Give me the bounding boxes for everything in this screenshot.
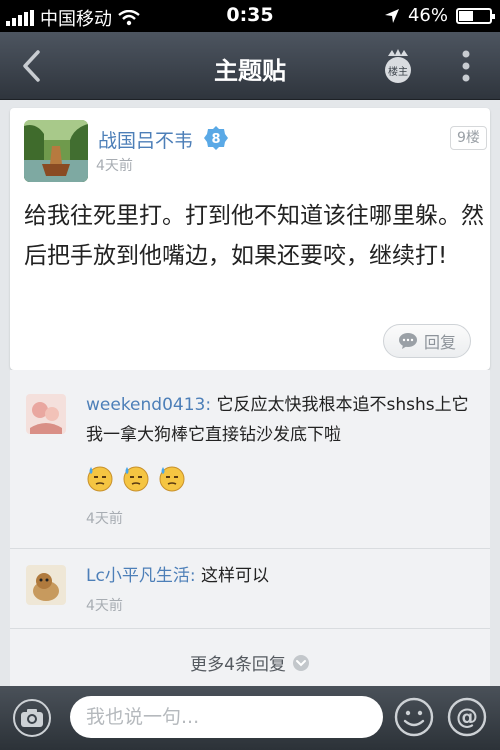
battery-icon: [456, 7, 495, 24]
vertical-dots-icon: [462, 50, 470, 82]
comment-divider: [10, 628, 490, 629]
level-badge-icon: 8: [204, 126, 228, 150]
comment-input[interactable]: [70, 696, 383, 738]
comments-panel: weekend0413: 它反应太快我根本追不shshs上它 我一拿大狗棒它直接…: [10, 370, 490, 686]
sweat-emoji-icon: [123, 466, 149, 492]
sweat-emoji-icon: [87, 466, 113, 492]
author-name[interactable]: 战国吕不韦: [98, 126, 193, 153]
comment-item: Lc小平凡生活: 这样可以 4天前: [10, 549, 490, 625]
location-arrow-icon: [384, 8, 399, 23]
level-number: 8: [211, 132, 220, 147]
more-replies-button[interactable]: 更多4条回复: [10, 650, 490, 675]
chevron-down-circle-icon: [292, 654, 309, 671]
reply-button[interactable]: 回复: [383, 324, 471, 358]
bottom-bar: @: [0, 686, 500, 750]
status-right: 46%: [384, 5, 495, 26]
commenter-avatar-image: [26, 394, 66, 434]
comment-username[interactable]: Lc小平凡生活:: [86, 566, 196, 586]
comment-time: 4天前: [86, 511, 123, 527]
more-options-button[interactable]: [452, 46, 480, 86]
sweat-emoji-icon: [159, 466, 185, 492]
smiley-icon: [394, 697, 434, 737]
comment-username[interactable]: weekend0413:: [86, 395, 211, 415]
page-title: 主题贴: [214, 57, 286, 85]
commenter-avatar[interactable]: [26, 394, 66, 434]
camera-icon: [13, 699, 51, 737]
comment-item: weekend0413: 它反应太快我根本追不shshs上它 我一拿大狗棒它直接…: [10, 370, 490, 548]
status-bar: 中国移动 0:35 46%: [0, 0, 500, 32]
camera-button[interactable]: [12, 698, 52, 738]
post-time: 4天前: [96, 158, 133, 174]
level-badge: 8: [203, 125, 229, 151]
svg-text:@: @: [456, 705, 478, 730]
battery-percent: 46%: [407, 5, 448, 26]
nav-bar: 主题贴 楼主: [0, 32, 500, 100]
more-replies-label: 更多4条回复: [190, 655, 286, 675]
owner-only-button[interactable]: 楼主: [380, 46, 416, 86]
owner-icon: 楼主: [385, 49, 411, 83]
post-body: 给我往死里打。打到他不知道该往哪里躲。然后把手放到他嘴边，如果还要咬，继续打!: [24, 203, 484, 269]
comment-time: 4天前: [86, 598, 123, 614]
post-card: 战国吕不韦 8 4天前 9楼 给我往死里打。打到他不知道该往哪里躲。然后把手放到…: [10, 108, 490, 370]
comment-emojis: [86, 464, 186, 492]
comment-text: Lc小平凡生活: 这样可以: [86, 561, 476, 591]
floor-badge: 9楼: [450, 126, 487, 150]
author-avatar-image: [24, 120, 88, 182]
owner-label: 楼主: [388, 65, 408, 78]
reply-label: 回复: [423, 333, 456, 352]
author-avatar[interactable]: [24, 120, 88, 182]
emoji-button[interactable]: [393, 696, 435, 738]
commenter-avatar-image: [26, 565, 66, 605]
commenter-avatar[interactable]: [26, 565, 66, 605]
speech-bubble-icon: [398, 333, 417, 349]
battery-fill: [459, 10, 473, 21]
comment-body: 这样可以: [195, 566, 269, 586]
mention-button[interactable]: @: [446, 696, 488, 738]
comment-text: weekend0413: 它反应太快我根本追不shshs上它 我一拿大狗棒它直接…: [86, 390, 476, 450]
at-sign-icon: @: [447, 697, 487, 737]
